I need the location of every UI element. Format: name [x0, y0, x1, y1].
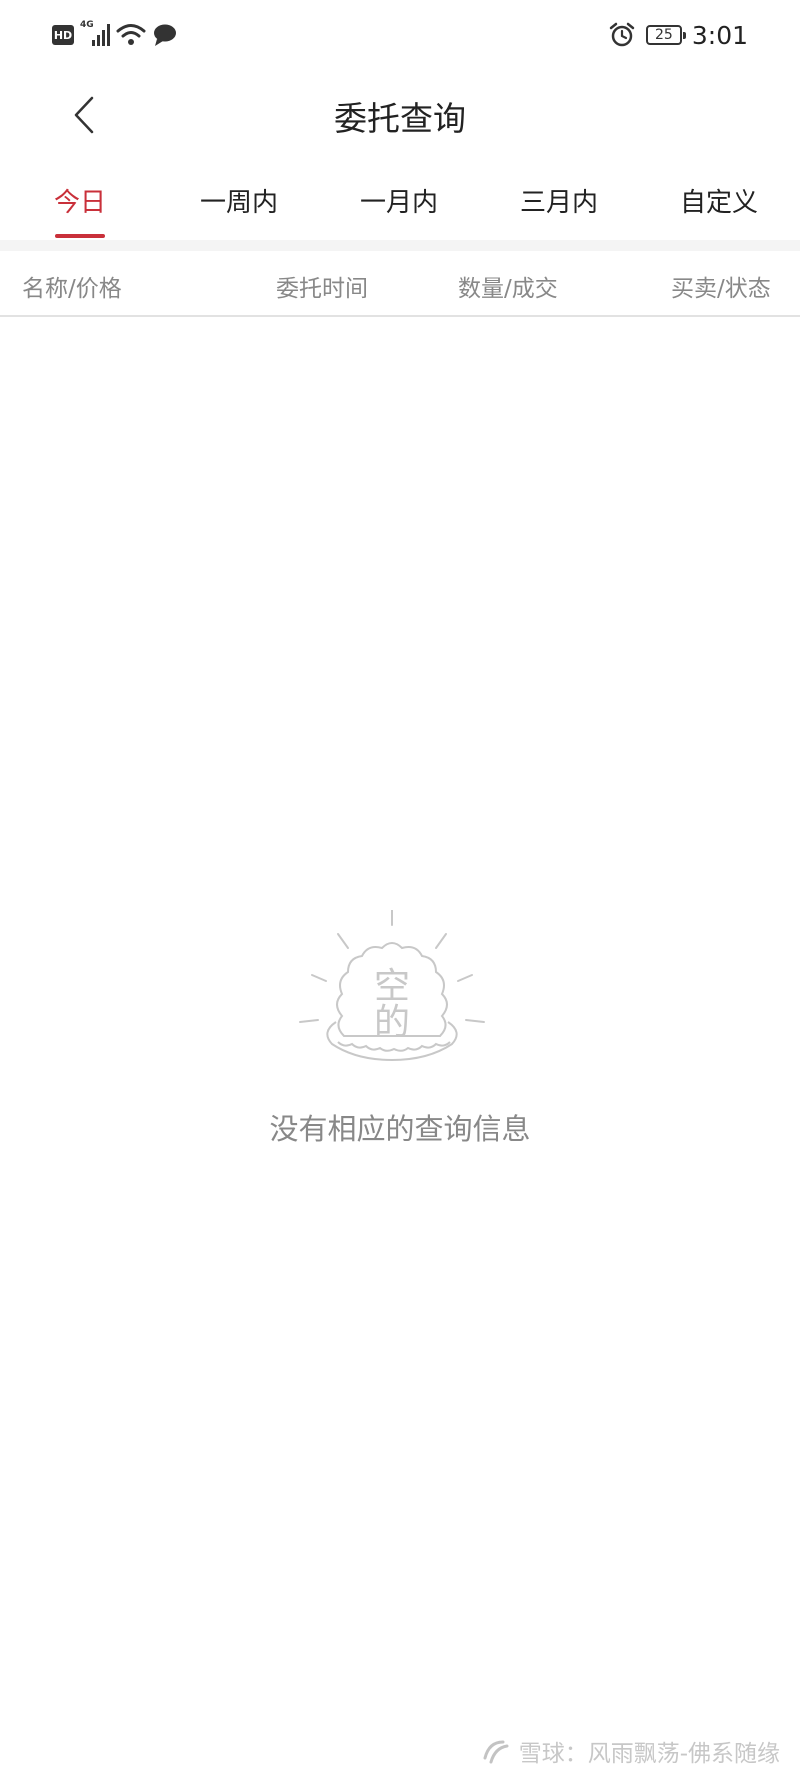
- column-name-price: 名称/价格: [22, 276, 122, 302]
- hd-icon: HD: [52, 25, 74, 45]
- header-bar: 委托查询: [0, 70, 800, 160]
- empty-state-illustration: 空 的: [296, 909, 506, 1070]
- page-title: 委托查询: [334, 99, 466, 138]
- empty-box-icon: 空 的: [299, 909, 485, 1062]
- watermark: 雪球：风雨飘荡-佛系随缘: [481, 1734, 780, 1768]
- battery-icon: 25: [645, 25, 686, 45]
- status-bar: HD 4G 25 3:01: [0, 0, 800, 70]
- section-divider: [0, 240, 800, 251]
- table-header: 名称/价格 委托时间 数量/成交 买卖/状态: [0, 251, 800, 317]
- column-entrust-time: 委托时间: [276, 276, 368, 302]
- wifi-icon: [116, 24, 146, 45]
- entrust-query-screen: HD 4G 25 3:01 委托查询 今日 一周内 一月内 三月内 自定义 名称…: [0, 0, 800, 1778]
- status-left: HD 4G: [52, 18, 178, 52]
- tab-one-month[interactable]: 一月内: [360, 182, 438, 219]
- period-tabs: 今日 一周内 一月内 三月内 自定义: [0, 164, 800, 240]
- tab-custom[interactable]: 自定义: [680, 182, 758, 219]
- column-quantity-filled: 数量/成交: [458, 276, 558, 302]
- snowball-logo-icon: [483, 1740, 509, 1764]
- empty-glyph-bottom: 的: [374, 1002, 410, 1043]
- tab-today[interactable]: 今日: [54, 182, 106, 219]
- status-time: 3:01: [691, 20, 748, 50]
- empty-state-message: 没有相应的查询信息: [269, 1112, 531, 1146]
- network-type-label: 4G: [80, 20, 94, 30]
- column-side-status: 买卖/状态: [671, 276, 771, 302]
- signal-icon: 4G: [80, 20, 110, 50]
- empty-glyph-top: 空: [374, 966, 410, 1007]
- message-icon: [154, 24, 176, 46]
- tab-three-months[interactable]: 三月内: [520, 182, 598, 219]
- watermark-text: 雪球：风雨飘荡-佛系随缘: [518, 1741, 780, 1767]
- status-right: 25 3:01: [608, 16, 748, 54]
- tab-one-week[interactable]: 一周内: [200, 182, 278, 219]
- active-tab-indicator: [55, 234, 105, 238]
- alarm-icon: [609, 22, 635, 47]
